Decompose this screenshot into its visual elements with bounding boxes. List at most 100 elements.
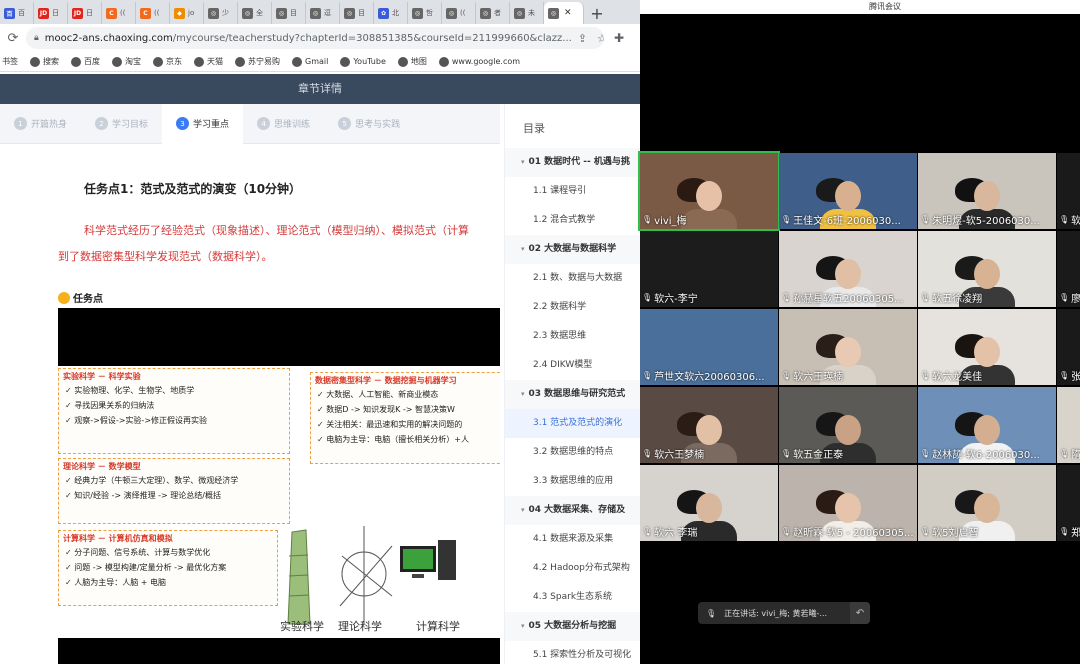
toc-item[interactable]: 2.4 DIKW模型: [505, 351, 640, 380]
participant-name-text: 张: [1071, 372, 1080, 383]
participant-tile[interactable]: 🎙︎ 软六 李瑞: [640, 465, 778, 541]
bookmark-item[interactable]: www.google.com: [438, 56, 520, 67]
toc-item[interactable]: 1.2 混合式教学: [505, 206, 640, 235]
tab-title: 百: [18, 9, 25, 17]
participant-name-text: 软六王瑛楠: [793, 372, 844, 383]
extensions-icon[interactable]: ✚: [604, 31, 634, 45]
bookmark-item[interactable]: 天猫: [194, 56, 223, 67]
browser-tab[interactable]: ◎ 少: [204, 2, 238, 24]
toc-item[interactable]: 2.3 数据思维: [505, 322, 640, 351]
participant-tile[interactable]: 🎙︎ 赵昕霖-软5 - 20060305...: [779, 465, 917, 541]
participant-tile[interactable]: 🎙︎ 芦世文软六20060306...: [640, 309, 778, 385]
participant-tile[interactable]: 🎙︎ 软5刘启智: [918, 465, 1056, 541]
toc-item[interactable]: 5.1 探索性分析及可视化: [505, 641, 640, 664]
browser-tab[interactable]: 百百: [0, 2, 34, 24]
step-tab[interactable]: 4 思维训练: [243, 104, 324, 144]
toc-section[interactable]: ▾ 02 大数据与数据科学: [505, 235, 640, 264]
browser-tab-active[interactable]: ◎ ✕: [544, 2, 584, 24]
bookmark-icon: [235, 56, 245, 67]
bookmark-item[interactable]: 百度: [71, 56, 100, 67]
browser-tab[interactable]: ◎ 目: [340, 2, 374, 24]
bookmark-label: 天猫: [207, 57, 223, 66]
theory-item: 经典力学（牛顿三大定理）、数学、微观经济学: [65, 475, 289, 486]
participant-tile[interactable]: 🎙︎ 赵林颉-软6-2006030...: [918, 387, 1056, 463]
participant-tile[interactable]: 🎙︎ 廖: [1057, 231, 1080, 307]
browser-tab[interactable]: JD 日: [34, 2, 68, 24]
browser-tab[interactable]: ◎ 哲: [408, 2, 442, 24]
step-tab[interactable]: 2 学习目标: [81, 104, 162, 144]
toc-section[interactable]: ▾ 04 大数据采集、存储及: [505, 496, 640, 525]
browser-tab[interactable]: ◎ 全: [238, 2, 272, 24]
mic-icon: 🎙︎: [920, 527, 931, 536]
slide-image[interactable]: 实验科学 － 科学实验 实验物理、化学、生物学、地质学 寻找因果关系的归纳法 观…: [58, 366, 500, 638]
url-field[interactable]: 🔒︎ mooc2-ans.chaoxing.com/mycourse/teach…: [26, 27, 604, 49]
toc-item[interactable]: 3.2 数据思维的特点: [505, 438, 640, 467]
browser-tab[interactable]: ◎ 未: [510, 2, 544, 24]
toc-item[interactable]: 4.2 Hadoop分布式架构: [505, 554, 640, 583]
browser-tab[interactable]: ✿ 北: [374, 2, 408, 24]
collapse-icon: ▾: [521, 245, 525, 253]
step-tab[interactable]: 5 思考与实践: [324, 104, 414, 144]
bookmark-item[interactable]: 淘宝: [112, 56, 141, 67]
participant-tile[interactable]: 🎙︎ 软六王梦楠: [640, 387, 778, 463]
browser-tab[interactable]: ◎ 者: [476, 2, 510, 24]
video-player-bottom[interactable]: [58, 638, 500, 664]
browser-tab[interactable]: ◎ 目: [272, 2, 306, 24]
browser-tab[interactable]: JD 日: [68, 2, 102, 24]
toc-section[interactable]: ▾ 03 数据思维与研究范式: [505, 380, 640, 409]
toc-section[interactable]: ▾ 05 大数据分析与挖掘: [505, 612, 640, 641]
bookmark-item[interactable]: 搜索: [30, 56, 59, 67]
participant-tile[interactable]: 🎙︎ 软五金正泰: [779, 387, 917, 463]
url-path: /mycourse/teacherstudy?chapterId=3088513…: [172, 32, 572, 44]
task-desc-line1: 科学范式经历了经验范式（现象描述）、理论范式（模型归纳）、模拟范式（计算: [84, 224, 469, 237]
new-tab-button[interactable]: +: [584, 2, 610, 24]
step-tab[interactable]: 1 开篇热身: [0, 104, 81, 144]
participant-tile[interactable]: 🎙︎ 软六龙美佳: [918, 309, 1056, 385]
bookmark-item[interactable]: 苏宁易购: [235, 56, 280, 67]
participant-tile[interactable]: 🎙︎ 朱明煜-软5-2006030...: [918, 153, 1056, 229]
video-player-top[interactable]: [58, 308, 500, 366]
participant-name-text: 郑: [1071, 528, 1080, 539]
bookmark-item[interactable]: 书签: [2, 56, 18, 67]
bookmark-item[interactable]: YouTube: [340, 56, 386, 67]
toc-item[interactable]: 3.3 数据思维的应用: [505, 467, 640, 496]
participant-tile[interactable]: 🎙︎ 郑: [1057, 465, 1080, 541]
toc-item[interactable]: 1.1 课程导引: [505, 177, 640, 206]
bookmark-item[interactable]: Gmail: [292, 56, 328, 67]
caption-experimental: 实验科学: [280, 620, 324, 633]
participant-name-text: 软六 李瑞: [654, 528, 698, 539]
toc-item[interactable]: 4.3 Spark生态系统: [505, 583, 640, 612]
step-tab[interactable]: 3 学习重点: [162, 103, 244, 144]
participant-tile[interactable]: 🎙︎ 软六-李宁: [640, 231, 778, 307]
browser-tab[interactable]: C((: [102, 2, 136, 24]
toc-item[interactable]: 4.1 数据来源及采集: [505, 525, 640, 554]
participant-tile[interactable]: 🎙︎ 软: [1057, 153, 1080, 229]
participant-tile[interactable]: 🎙︎ 软六王瑛楠: [779, 309, 917, 385]
toc-item[interactable]: 2.2 数据科学: [505, 293, 640, 322]
browser-tab[interactable]: C((: [136, 2, 170, 24]
toc-item[interactable]: 3.1 范式及范式的演化: [505, 409, 640, 438]
browser-tab[interactable]: ◎ 逗: [306, 2, 340, 24]
participant-tile[interactable]: 🎙︎ 王佳文-6班-2006030...: [779, 153, 917, 229]
expand-icon[interactable]: ↶: [850, 602, 870, 624]
tab-title: ((: [460, 9, 466, 17]
bookmark-item[interactable]: 京东: [153, 56, 182, 67]
browser-tab[interactable]: ◎((: [442, 2, 476, 24]
participant-tile[interactable]: 🎙︎ vivi_梅: [638, 151, 780, 231]
reload-icon[interactable]: ⟳: [0, 31, 26, 46]
toc-section[interactable]: ▾ 01 数据时代 -- 机遇与挑: [505, 148, 640, 177]
mic-icon: 🎙︎: [781, 527, 792, 536]
participant-tile[interactable]: 🎙︎ 孙赫星软五20060305...: [779, 231, 917, 307]
participant-tile[interactable]: 🎙︎ 软五徐凌翔: [918, 231, 1056, 307]
jd-icon: JD: [38, 7, 49, 19]
bookmark-item[interactable]: 地图: [397, 56, 427, 67]
bookmark-star-icon[interactable]: ☆: [597, 32, 604, 45]
close-tab-icon[interactable]: ✕: [564, 8, 572, 18]
participant-tile[interactable]: 🎙︎ 隋: [1057, 387, 1080, 463]
browser-tab[interactable]: ◆ jo: [170, 2, 204, 24]
share-icon[interactable]: ⇪: [578, 32, 587, 45]
participant-tile[interactable]: 🎙︎ 张: [1057, 309, 1080, 385]
toc-item[interactable]: 2.1 数、数据与大数据: [505, 264, 640, 293]
step-label: 学习目标: [112, 120, 149, 130]
comp-item: 人脑为主导：人脑 + 电脑: [65, 577, 277, 588]
